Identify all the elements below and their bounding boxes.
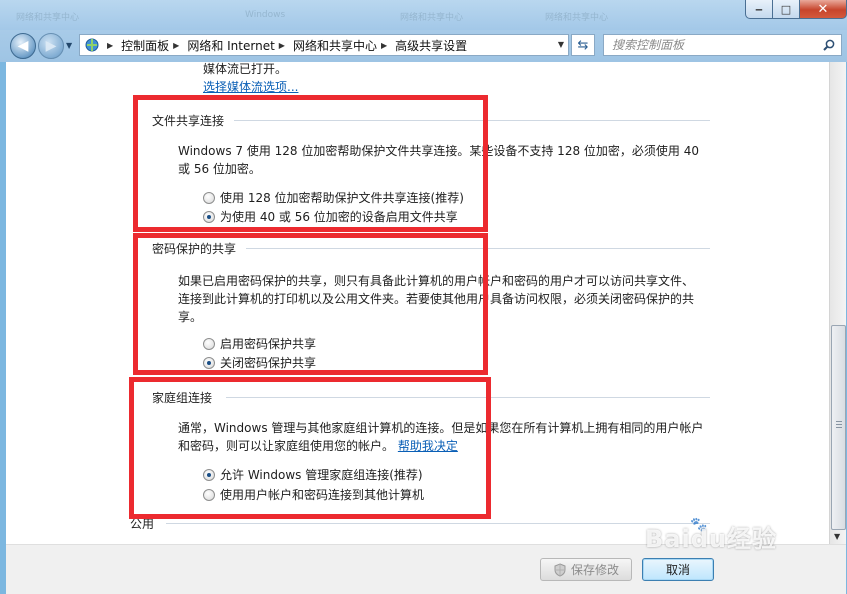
highlight-homegroup	[129, 377, 491, 519]
search-icon[interactable]	[823, 39, 835, 51]
ghost-title: Windows	[245, 10, 286, 20]
address-dropdown-icon[interactable]: ▼	[558, 40, 564, 49]
breadcrumb-network-sharing-center[interactable]: 网络和共享中心	[293, 37, 377, 54]
arrow-right-icon: ▶	[45, 38, 57, 54]
vertical-scrollbar[interactable]: ▼	[829, 62, 846, 544]
watermark: Baidu经验	[645, 525, 777, 553]
ghost-title: 网络和共享中心	[545, 13, 609, 23]
cancel-button[interactable]: 取消	[642, 558, 714, 581]
breadcrumb-control-panel[interactable]: 控制面板	[121, 37, 169, 54]
save-changes-button[interactable]: 保存修改	[540, 558, 632, 581]
chevron-right-icon[interactable]: ▶	[173, 41, 179, 50]
search-input[interactable]	[612, 38, 822, 52]
arrow-left-icon: ◀	[17, 38, 29, 54]
media-status-text: 媒体流已打开。	[203, 62, 288, 76]
search-box[interactable]	[603, 34, 842, 56]
chevron-right-icon[interactable]: ▶	[381, 41, 387, 50]
breadcrumb-network-internet[interactable]: 网络和 Internet	[187, 37, 274, 54]
chevron-right-icon[interactable]: ▶	[107, 41, 113, 50]
chevron-right-icon[interactable]: ▶	[279, 41, 285, 50]
navigation-bar: ◀ ▶ ▼ ▶ 控制面板 ▶ 网络和 Internet ▶ 网络和共享中心 ▶ …	[0, 30, 847, 62]
save-changes-label[interactable]: 保存修改	[571, 561, 619, 578]
shield-icon	[554, 562, 566, 577]
ghost-title: 网络和共享中心	[16, 13, 80, 23]
refresh-icon: ⇆	[577, 37, 589, 53]
highlight-password-sharing	[133, 233, 488, 375]
breadcrumb-advanced-sharing[interactable]: 高级共享设置	[395, 37, 467, 54]
scrollbar-thumb[interactable]	[831, 325, 846, 530]
highlight-file-sharing	[133, 95, 488, 232]
minimize-button[interactable]: ‒	[745, 0, 773, 19]
back-button[interactable]: ◀	[10, 33, 36, 59]
refresh-button[interactable]: ⇆	[571, 34, 595, 56]
scroll-down-icon[interactable]: ▼	[834, 532, 840, 541]
media-options-link[interactable]: 选择媒体流选项...	[203, 78, 298, 95]
caption-buttons: ‒ □ ✕	[745, 0, 847, 19]
ghost-title: 网络和共享中心	[400, 13, 464, 23]
section-divider	[166, 523, 710, 524]
recent-pages-dropdown-icon[interactable]: ▼	[66, 41, 72, 50]
forward-button[interactable]: ▶	[38, 33, 64, 59]
network-icon	[83, 36, 101, 54]
maximize-button[interactable]: □	[773, 0, 800, 19]
address-bar[interactable]: ▶ 控制面板 ▶ 网络和 Internet ▶ 网络和共享中心 ▶ 高级共享设置…	[79, 34, 569, 56]
close-button[interactable]: ✕	[800, 0, 847, 19]
title-bar: 网络和共享中心 Windows 网络和共享中心 网络和共享中心 ‒ □ ✕	[0, 0, 847, 30]
